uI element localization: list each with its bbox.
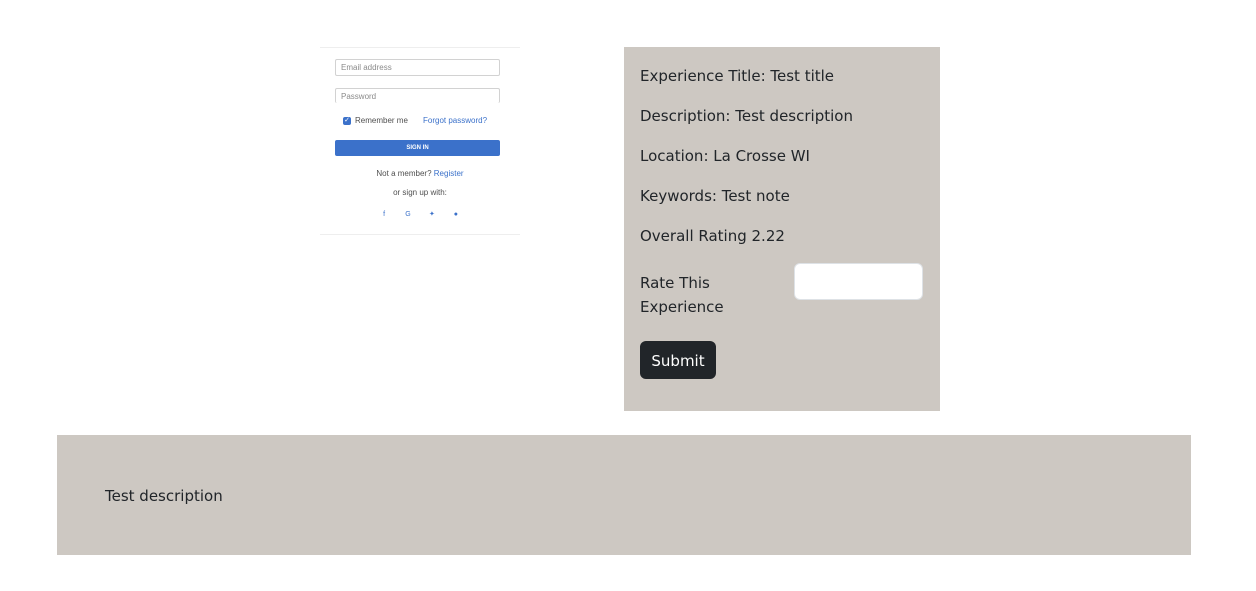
overall-rating: Overall Rating 2.22 bbox=[640, 227, 785, 245]
mini-not-member-text: Not a member? bbox=[376, 169, 432, 178]
mini-not-member: Not a member? Register bbox=[320, 169, 520, 178]
rate-label: Rate This Experience bbox=[640, 274, 724, 316]
description-text: Test description bbox=[105, 487, 223, 505]
rate-input[interactable] bbox=[794, 263, 923, 300]
experience-keywords: Keywords: Test note bbox=[640, 187, 790, 205]
mini-email-field: Email address bbox=[335, 59, 500, 76]
description-panel: Test description bbox=[57, 435, 1191, 555]
mini-remember-label: Remember me bbox=[355, 116, 408, 125]
facebook-icon: f bbox=[383, 211, 386, 218]
experience-card: Experience Title: Test title Description… bbox=[624, 47, 940, 411]
google-icon: G bbox=[405, 211, 411, 218]
mini-social-icons: f G ✦ ● bbox=[320, 210, 520, 218]
experience-description: Description: Test description bbox=[640, 107, 853, 125]
login-form-image: Email address Password ✓ Remember me For… bbox=[320, 47, 520, 235]
mini-or-signup: or sign up with: bbox=[393, 188, 447, 197]
submit-button[interactable]: Submit bbox=[640, 341, 716, 379]
experience-location: Location: La Crosse WI bbox=[640, 147, 810, 165]
experience-title: Experience Title: Test title bbox=[640, 67, 835, 85]
mini-signin-button: SIGN IN bbox=[335, 140, 500, 156]
mini-forgot-link: Forgot password? bbox=[423, 116, 488, 125]
mini-password-field: Password bbox=[335, 88, 500, 103]
checkbox-icon: ✓ bbox=[343, 117, 351, 125]
github-icon: ● bbox=[453, 211, 459, 218]
twitter-icon: ✦ bbox=[429, 211, 435, 218]
mini-register-link: Register bbox=[433, 169, 464, 178]
